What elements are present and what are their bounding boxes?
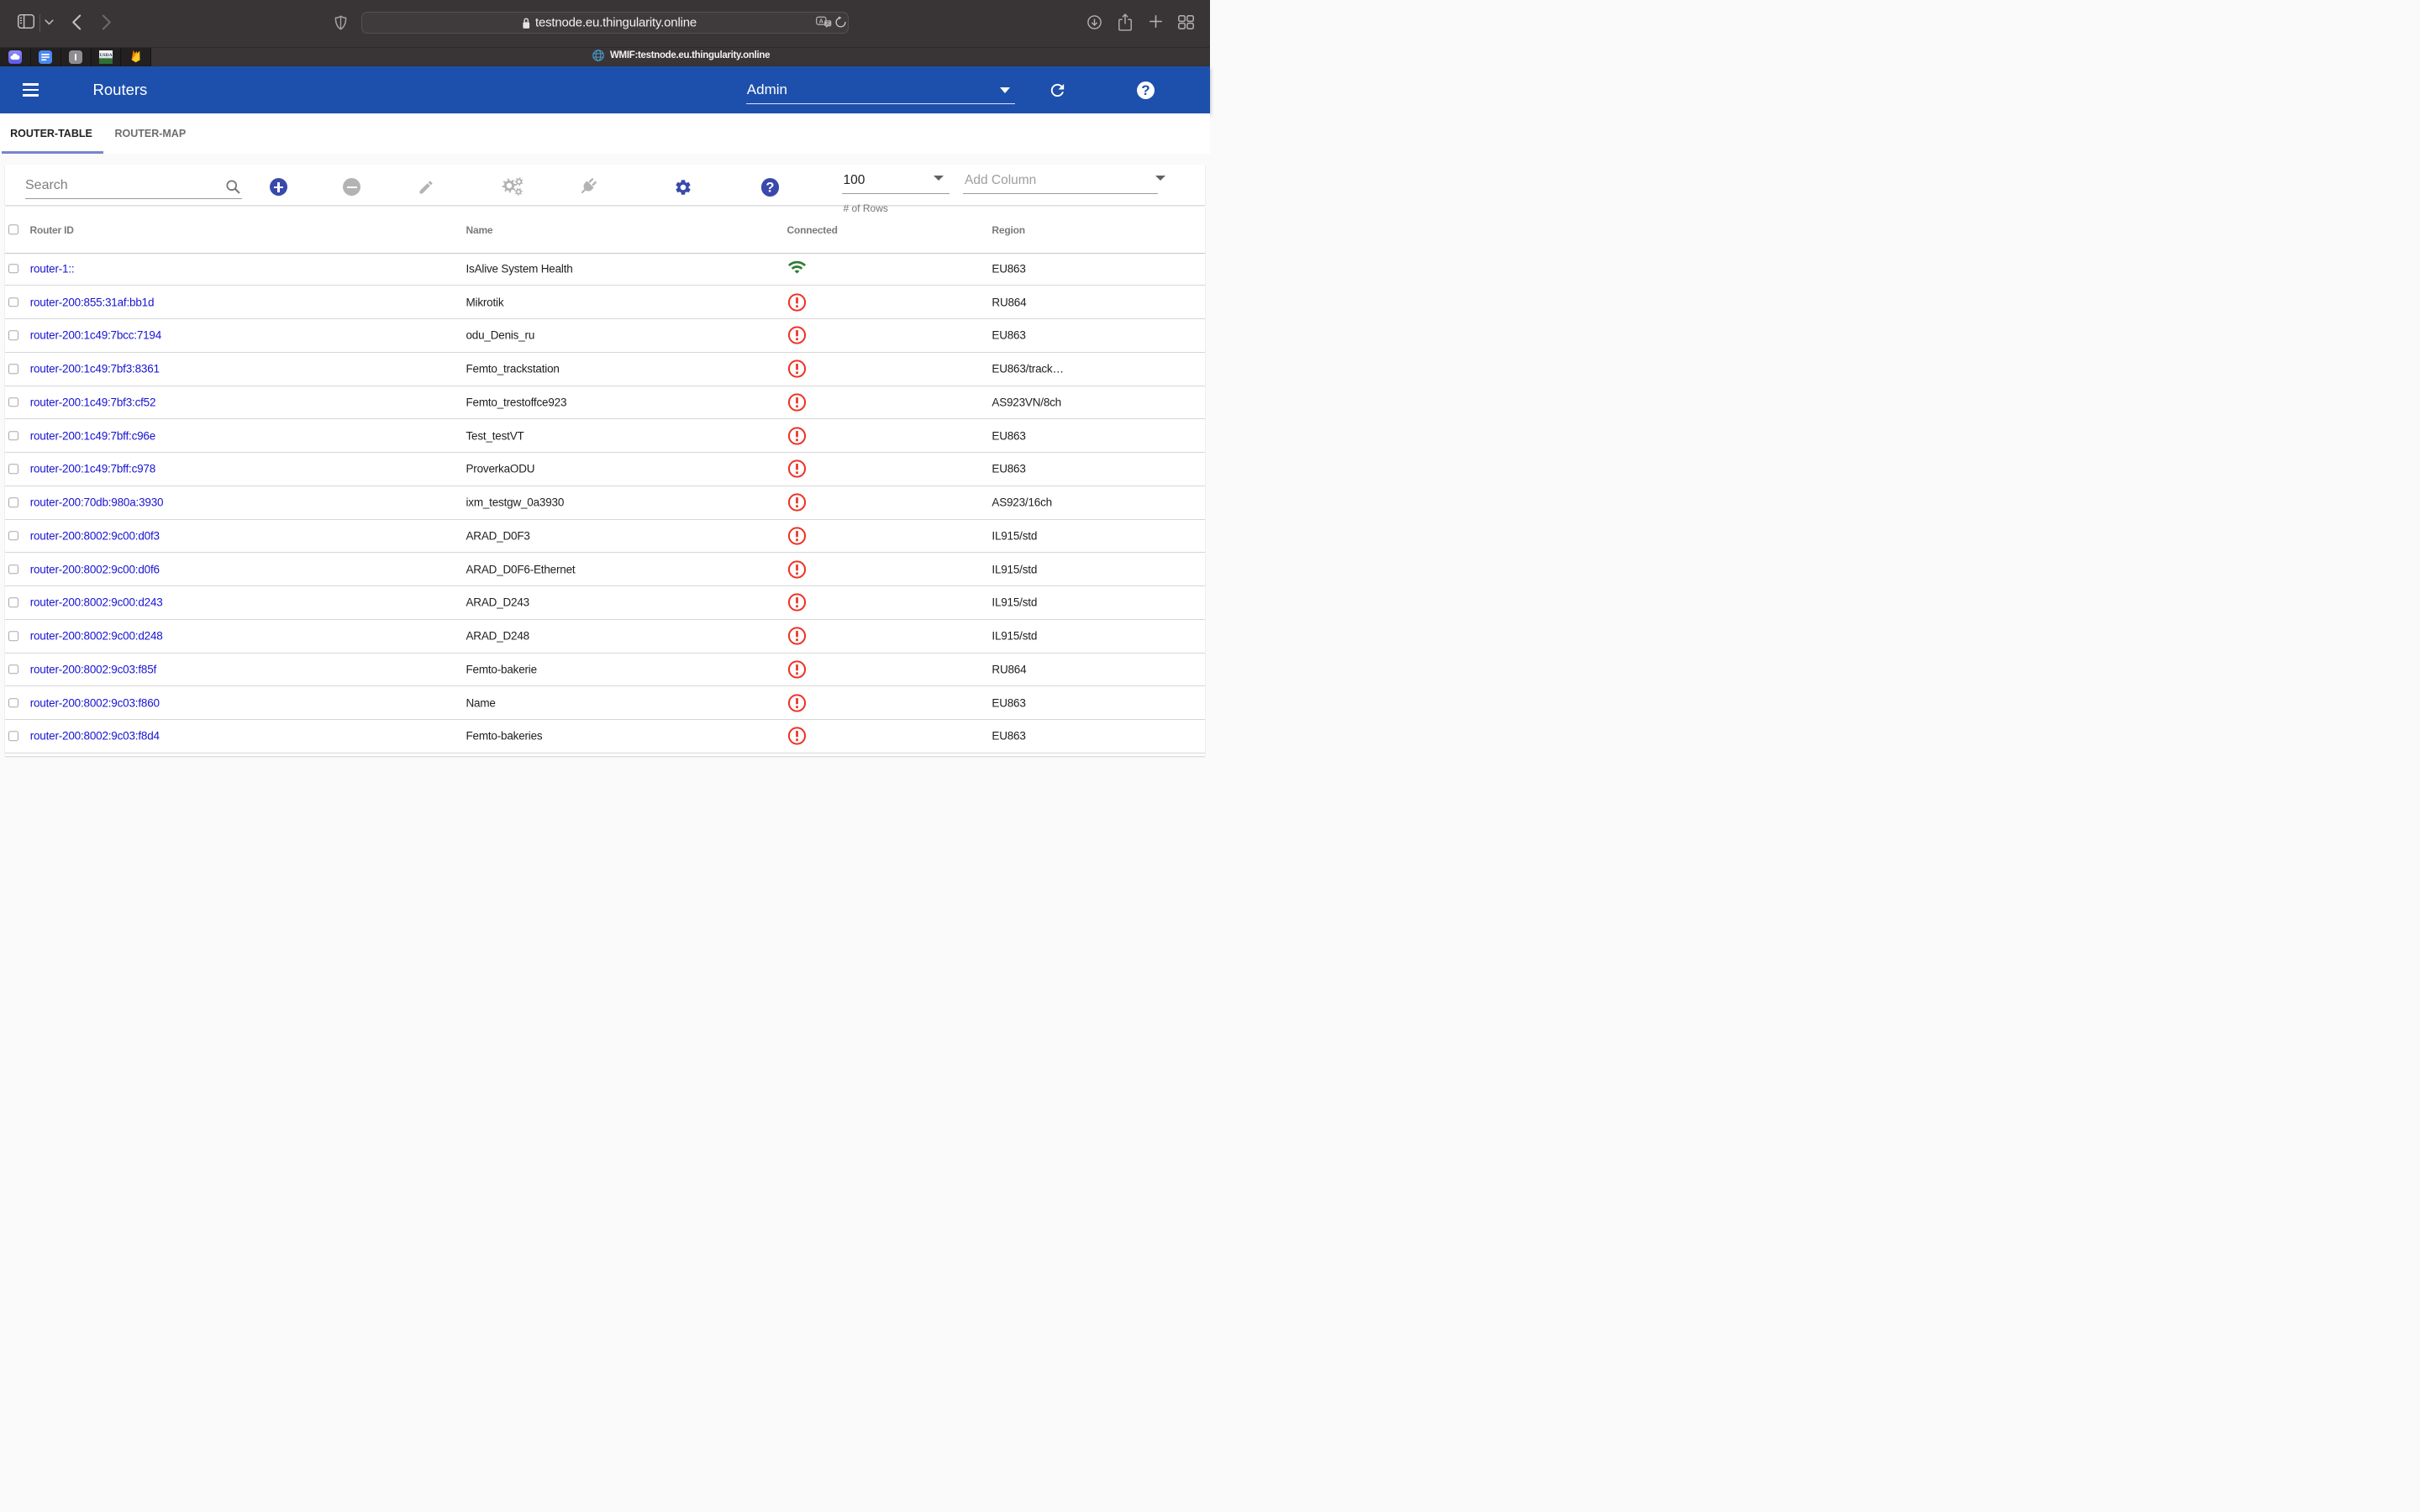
svg-text:A: A [819, 17, 824, 24]
svg-text:文: 文 [825, 20, 830, 27]
